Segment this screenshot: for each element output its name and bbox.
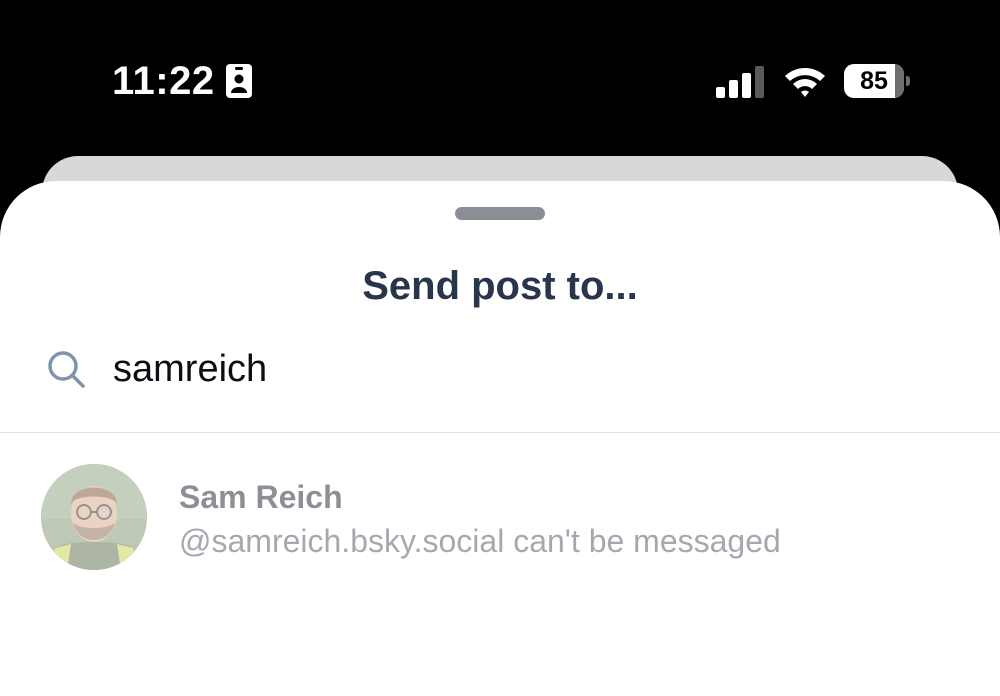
search-bar[interactable] bbox=[0, 331, 1000, 433]
status-bar: 11:22 85 bbox=[0, 0, 1000, 160]
cellular-signal-icon bbox=[716, 66, 764, 98]
sheet-drag-handle[interactable] bbox=[455, 207, 545, 220]
battery-icon: 85 bbox=[844, 64, 910, 98]
wifi-icon bbox=[785, 68, 825, 97]
list-item[interactable]: Sam Reich @samreich.bsky.social can't be… bbox=[0, 453, 1000, 577]
status-time: 11:22 bbox=[112, 59, 215, 103]
battery-level: 85 bbox=[860, 67, 888, 95]
send-post-sheet: Send post to... Sam Reich @sa bbox=[0, 181, 1000, 696]
search-icon bbox=[48, 351, 85, 388]
battery-nub bbox=[906, 76, 910, 86]
battery-body: 85 bbox=[844, 64, 904, 98]
avatar-image bbox=[41, 464, 147, 570]
id-card-icon bbox=[226, 64, 252, 98]
avatar bbox=[41, 464, 147, 570]
sheet-title: Send post to... bbox=[362, 264, 638, 308]
search-input[interactable] bbox=[113, 341, 973, 397]
result-subtitle: @samreich.bsky.social can't be messaged bbox=[179, 523, 781, 559]
result-name: Sam Reich bbox=[179, 479, 343, 515]
